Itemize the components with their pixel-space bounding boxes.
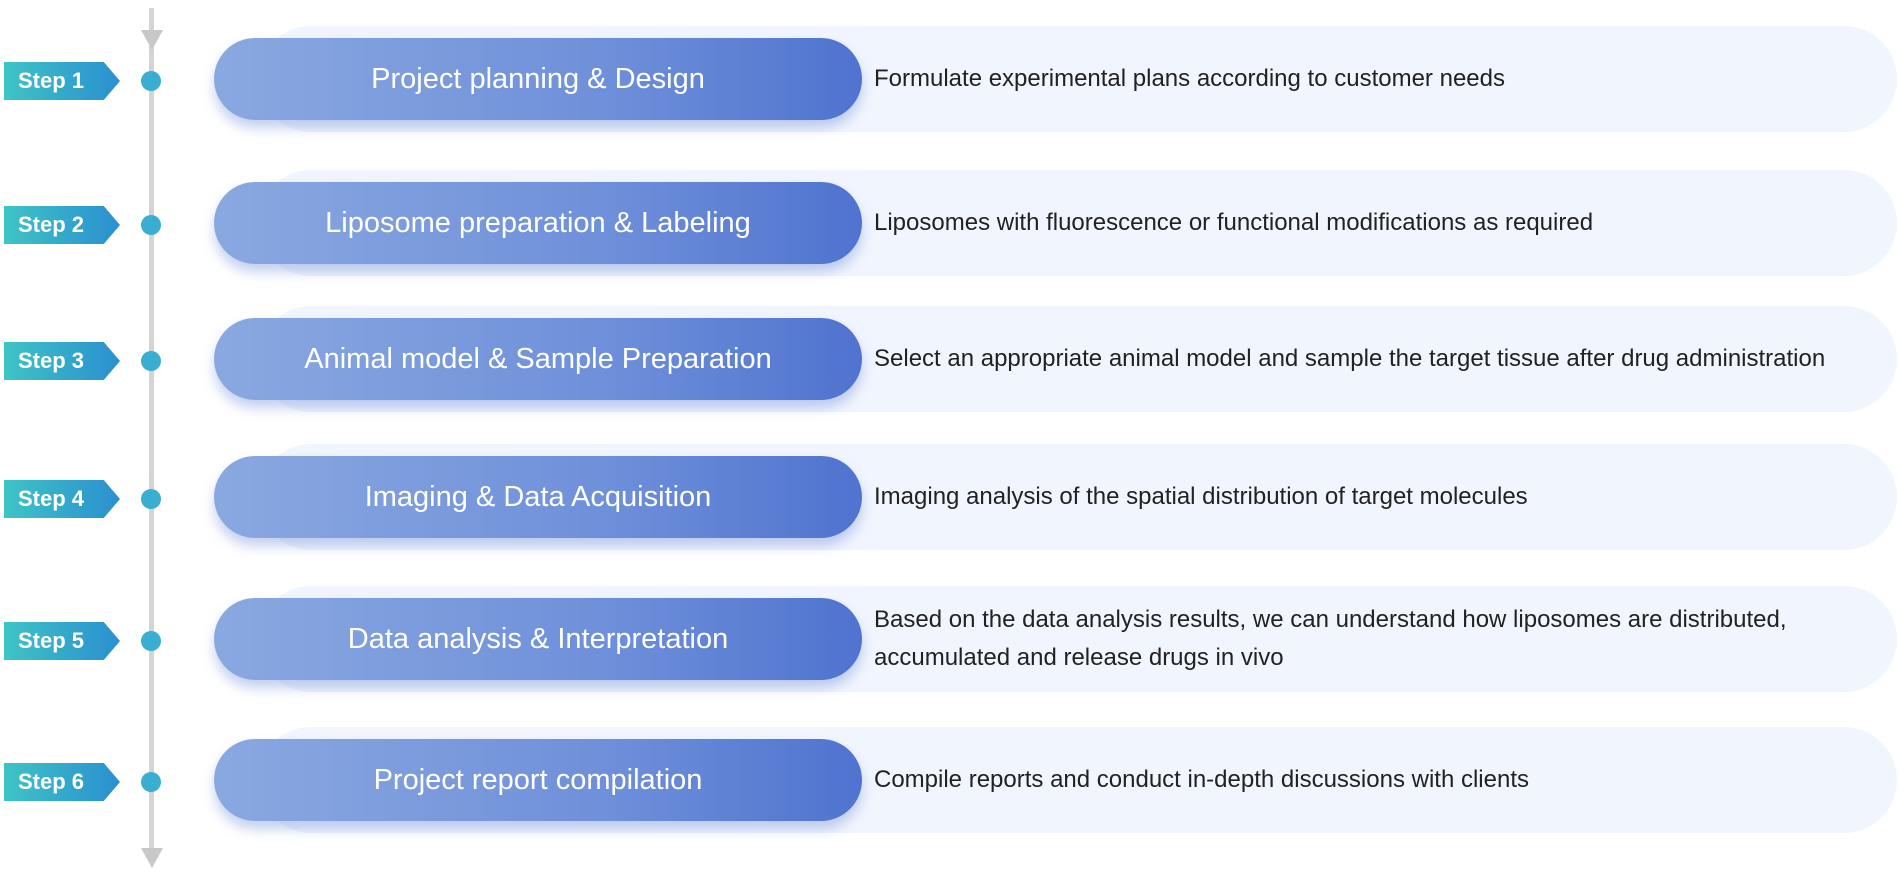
timeline-dot — [141, 351, 161, 371]
step-description-text: Select an appropriate animal model and s… — [874, 345, 1826, 372]
step-title-pill: Data analysis & Interpretation — [214, 598, 862, 680]
step-title-pill: Liposome preparation & Labeling — [214, 182, 862, 264]
timeline-dot — [141, 71, 161, 91]
step-row: Step 5 Data analysis & Interpretation Ba… — [0, 586, 1899, 692]
timeline-dot — [141, 215, 161, 235]
step-title-pill: Animal model & Sample Preparation — [214, 318, 862, 400]
step-row: Step 3 Animal model & Sample Preparation… — [0, 306, 1899, 412]
step-description: Formulate experimental plans according t… — [874, 26, 1859, 132]
step-badge: Step 1 — [4, 62, 120, 100]
step-row: Step 4 Imaging & Data Acquisition Imagin… — [0, 444, 1899, 550]
step-title-pill: Project report compilation — [214, 739, 862, 821]
step-row: Step 6 Project report compilation Compil… — [0, 727, 1899, 833]
step-badge: Step 2 — [4, 206, 120, 244]
step-description: Based on the data analysis results, we c… — [874, 586, 1859, 692]
step-row: Step 2 Liposome preparation & Labeling L… — [0, 170, 1899, 276]
step-badge: Step 3 — [4, 342, 120, 380]
step-description-text: Compile reports and conduct in-depth dis… — [874, 766, 1529, 793]
step-description-text: Liposomes with fluorescence or functiona… — [874, 209, 1594, 236]
step-title-pill: Imaging & Data Acquisition — [214, 456, 862, 538]
step-badge: Step 5 — [4, 622, 120, 660]
step-row: Step 1 Project planning & Design Formula… — [0, 26, 1899, 132]
step-description: Liposomes with fluorescence or functiona… — [874, 170, 1859, 276]
timeline-dot — [141, 772, 161, 792]
timeline-dot — [141, 489, 161, 509]
step-description-text: Based on the data analysis results, we c… — [874, 606, 1787, 671]
step-badge: Step 4 — [4, 480, 120, 518]
step-title-pill: Project planning & Design — [214, 38, 862, 120]
step-description: Select an appropriate animal model and s… — [874, 306, 1859, 412]
arrow-down-icon — [141, 848, 163, 868]
step-description-text: Imaging analysis of the spatial distribu… — [874, 483, 1528, 510]
step-description-text: Formulate experimental plans according t… — [874, 65, 1505, 92]
step-description: Compile reports and conduct in-depth dis… — [874, 727, 1859, 833]
step-badge: Step 6 — [4, 763, 120, 801]
timeline-dot — [141, 631, 161, 651]
step-description: Imaging analysis of the spatial distribu… — [874, 444, 1859, 550]
